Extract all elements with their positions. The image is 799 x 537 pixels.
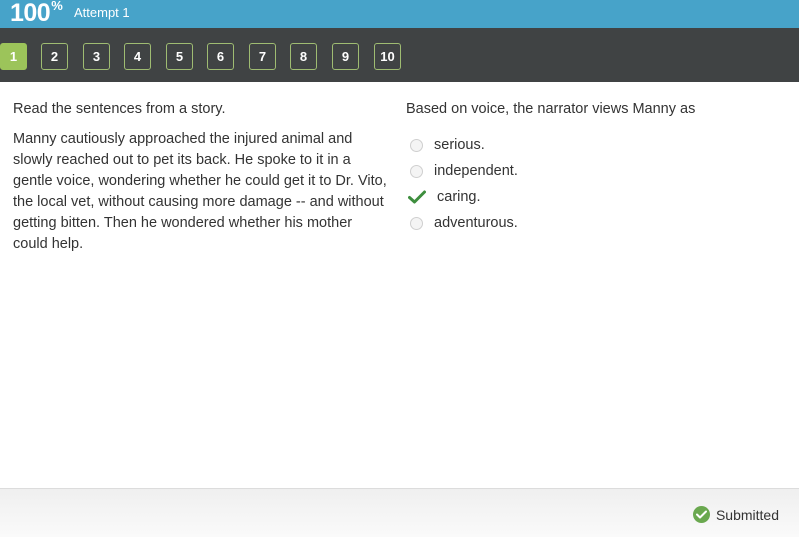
answer-option-serious[interactable]: serious.: [406, 132, 786, 158]
question-button-8[interactable]: 8: [290, 43, 317, 70]
passage-panel: Read the sentences from a story. Manny c…: [13, 99, 388, 255]
radio-button[interactable]: [410, 164, 423, 178]
status-label: Submitted: [715, 506, 779, 523]
radio-button[interactable]: [410, 216, 423, 230]
question-button-7[interactable]: 7: [249, 43, 276, 70]
checkmark-icon: [408, 190, 426, 204]
question-button-5[interactable]: 5: [166, 43, 193, 70]
question-prompt: Based on voice, the narrator views Manny…: [406, 101, 696, 117]
option-label: adventurous.: [434, 215, 518, 231]
option-label: serious.: [434, 137, 485, 153]
option-label: independent.: [434, 163, 518, 179]
submission-status: Submitted: [692, 506, 779, 523]
attempt-label: Attempt 1: [74, 5, 130, 20]
score-display: 100%: [10, 0, 63, 28]
score-unit: %: [51, 0, 63, 13]
question-button-2[interactable]: 2: [41, 43, 68, 70]
question-button-9[interactable]: 9: [332, 43, 359, 70]
question-button-10[interactable]: 10: [374, 43, 401, 70]
answer-option-caring[interactable]: caring.: [406, 184, 786, 210]
question-button-6[interactable]: 6: [207, 43, 234, 70]
check-circle-icon: [692, 506, 710, 523]
footer-bar: Submitted: [0, 488, 799, 537]
question-nav: 1 2 3 4 5 6 7 8 9 10: [0, 28, 799, 82]
question-button-1[interactable]: 1: [0, 43, 27, 70]
question-button-3[interactable]: 3: [83, 43, 110, 70]
question-button-4[interactable]: 4: [124, 43, 151, 70]
passage-instruction: Read the sentences from a story.: [13, 101, 226, 117]
question-panel: Based on voice, the narrator views Manny…: [406, 99, 786, 236]
score-header: 100% Attempt 1: [0, 0, 799, 28]
score-value: 100: [10, 0, 51, 27]
radio-button[interactable]: [410, 138, 423, 152]
answer-option-adventurous[interactable]: adventurous.: [406, 210, 786, 236]
option-label: caring.: [437, 189, 481, 205]
answer-option-independent[interactable]: independent.: [406, 158, 786, 184]
passage-text: Manny cautiously approached the injured …: [13, 131, 387, 252]
